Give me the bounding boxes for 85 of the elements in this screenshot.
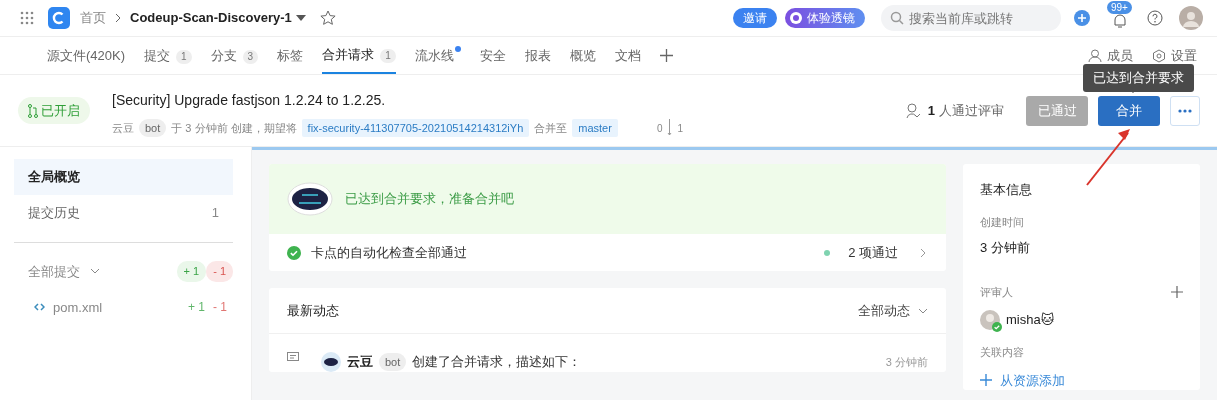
more-button[interactable] (1170, 95, 1200, 126)
merge-button[interactable]: 合并 (1098, 95, 1160, 126)
author-name: 云豆 (112, 120, 134, 136)
help-icon[interactable] (1147, 10, 1163, 26)
bot-tag: bot (379, 352, 407, 372)
merge-request-icon (28, 103, 38, 118)
diff-count: 0 (656, 121, 663, 136)
bot-tag: bot (139, 118, 167, 138)
chevron-right-icon[interactable] (920, 247, 926, 258)
bell-icon[interactable] (1112, 13, 1128, 29)
ready-message: 已达到合并要求，准备合并吧 (345, 190, 514, 209)
lens-button[interactable]: 体验透镜 (785, 8, 865, 28)
section-title: 最新动态 (287, 301, 339, 320)
status-badge: 已开启 (18, 96, 90, 125)
add-reviewer-icon[interactable] (1171, 285, 1183, 298)
repo-logo-icon[interactable] (48, 7, 70, 29)
lens-icon (789, 11, 803, 25)
chevron-down-icon[interactable] (90, 268, 100, 275)
file-link[interactable]: pom.xml (53, 297, 103, 317)
merge-into-text: 合并至 (534, 120, 568, 136)
status-dot (824, 249, 831, 256)
chevron-down-icon[interactable] (918, 307, 928, 314)
nav-tab[interactable]: 流水线 (414, 37, 461, 74)
nav-tab[interactable]: 标签 (277, 37, 304, 74)
invite-button[interactable]: 邀请 (733, 8, 777, 28)
removed-count: - 1 (213, 299, 227, 317)
field-label: 关联内容 (980, 345, 1025, 360)
plus-circle-icon[interactable] (1073, 9, 1091, 27)
branch-tag[interactable]: master (572, 118, 618, 138)
code-file-icon (34, 303, 45, 312)
sidebar-item[interactable]: 全局概览 (14, 159, 233, 195)
nav-tab[interactable]: 概览 (569, 37, 596, 74)
settings-icon (1152, 48, 1166, 63)
diff-count: 1 (677, 121, 684, 136)
activity-text: 创建了合并请求，描述如下： (412, 353, 582, 372)
member-icon (1088, 48, 1102, 63)
author-name: 云豆 (347, 353, 373, 372)
chevron-right-icon (114, 13, 122, 23)
notification-badge: 99+ (1107, 1, 1132, 14)
approval-label: 人通过评审 (939, 101, 1004, 120)
activity-time: 3 分钟前 (885, 354, 928, 370)
check-result[interactable]: 2 项通过 (848, 242, 898, 263)
created-time: 3 分钟前 (980, 239, 1031, 257)
breadcrumb-link[interactable]: 首页 (80, 8, 106, 28)
nav-link[interactable]: 设置 (1171, 45, 1197, 66)
field-label: 评审人 (980, 284, 1013, 300)
nav-tab[interactable]: 提交 1 (144, 37, 192, 74)
caret-down-icon[interactable] (295, 15, 306, 21)
check-summary: 卡点的自动化检查全部通过 (311, 243, 467, 262)
star-icon[interactable] (319, 10, 336, 26)
tooltip: 已达到合并要求 (1083, 64, 1194, 92)
nav-tab[interactable]: 分支 3 (210, 37, 259, 74)
section-title: 基本信息 (980, 181, 1033, 199)
removed-count: - 1 (206, 261, 233, 282)
sidebar-item[interactable]: 提交历史 1 (14, 194, 233, 230)
divider-arrow-icon (667, 119, 673, 137)
added-count: + 1 (176, 261, 207, 282)
add-related-link[interactable]: 从资源添加 (1000, 370, 1065, 390)
reviewer-name: misha🐱 (1006, 311, 1055, 330)
check-circle-icon (287, 245, 301, 260)
plus-icon (980, 374, 992, 387)
changes-toggle[interactable]: 全部提交 (28, 261, 80, 281)
activity-filter[interactable]: 全部动态 (858, 300, 910, 321)
search-field[interactable]: 搜索当前库或跳转 (881, 5, 1061, 31)
reviewer-icon (905, 102, 920, 119)
add-tab-icon[interactable] (659, 49, 673, 62)
merge-request-title: [Security] Upgrade fastjson 1.2.24 to 1.2.25. (112, 90, 387, 110)
repo-name[interactable]: Codeup-Scan-Discovery-1 (130, 8, 292, 28)
nav-link[interactable]: 成员 (1107, 45, 1133, 66)
avatar-icon[interactable] (1179, 6, 1203, 30)
comment-icon (287, 352, 301, 364)
nav-tab[interactable]: 报表 (524, 37, 551, 74)
nav-tab[interactable]: 合并请求 1 (322, 37, 396, 74)
ok-badge-icon (287, 182, 333, 216)
nav-tab[interactable]: 文档 (614, 37, 641, 74)
more-icon (1178, 108, 1192, 113)
apps-grid-icon[interactable] (20, 11, 34, 25)
added-count: + 1 (187, 299, 205, 317)
nav-tab[interactable]: 源文件(420K) (47, 37, 126, 74)
field-label: 创建时间 (980, 214, 1025, 230)
nav-tab[interactable]: 安全 (479, 37, 506, 74)
branch-tag[interactable]: fix-security-411307705-20210514214312iYh (301, 118, 530, 138)
bot-avatar-icon (321, 352, 341, 372)
approval-count: 1 (927, 101, 935, 120)
created-text: 于 3 分钟前 创建，期望将 (171, 120, 297, 136)
